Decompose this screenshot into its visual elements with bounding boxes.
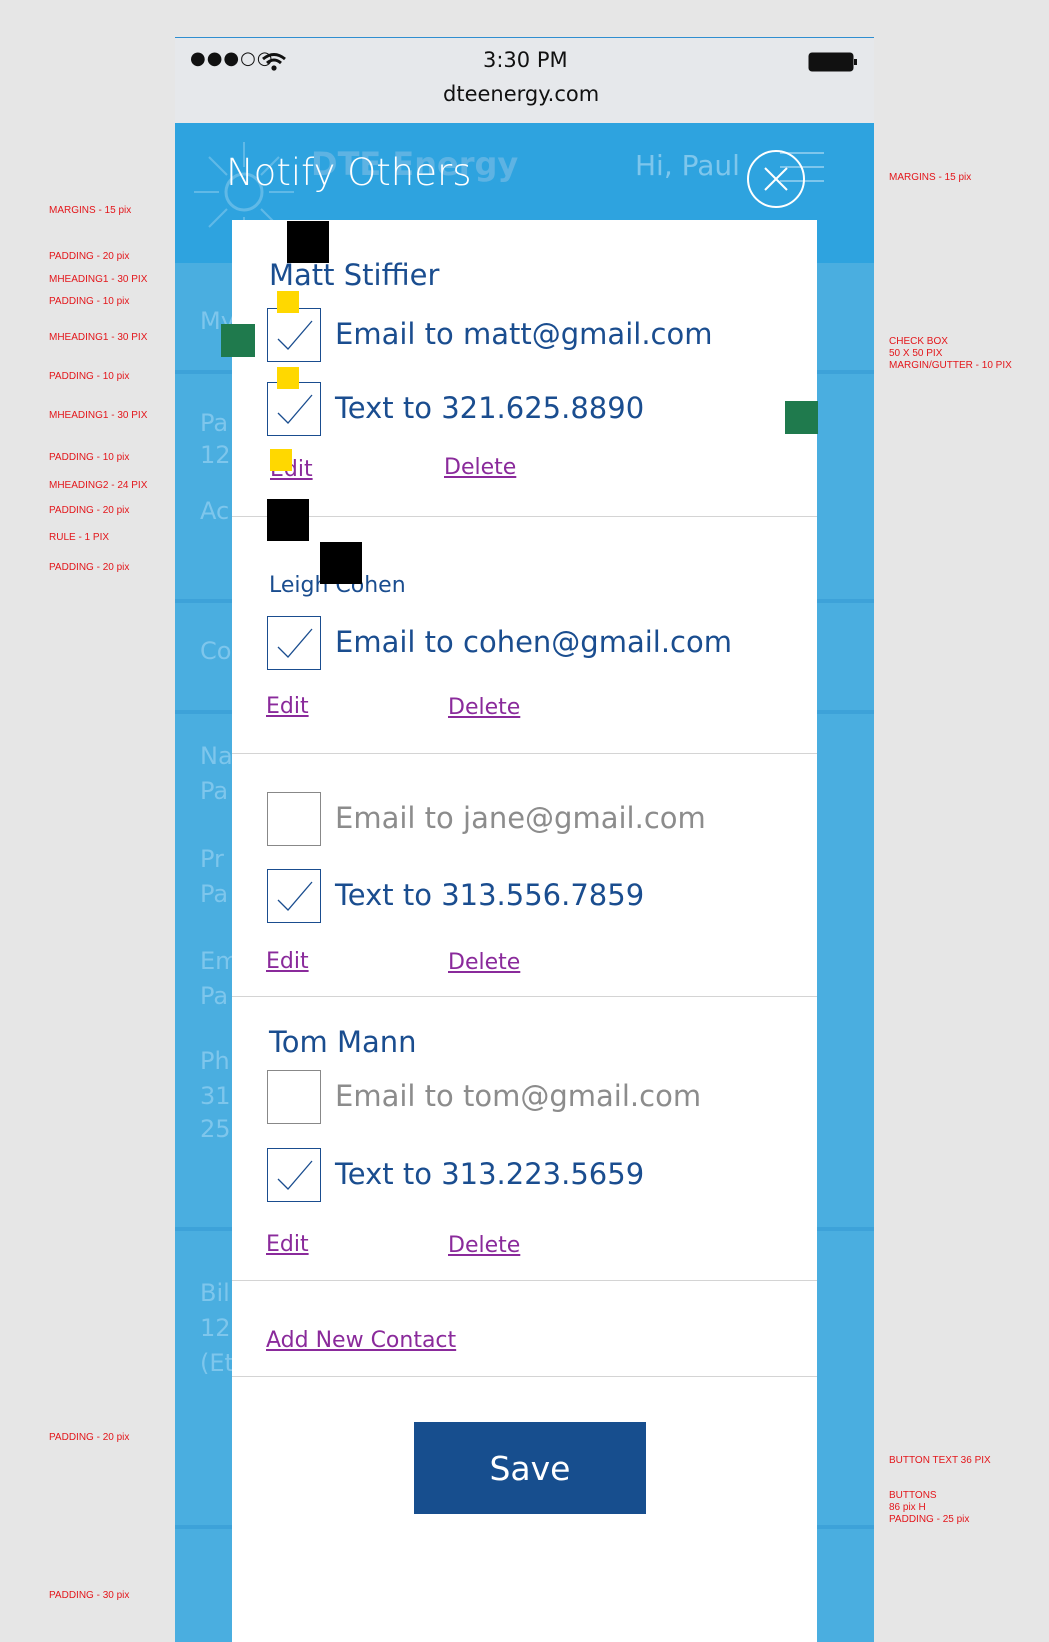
annotation-label: PADDING - 30 pix [49, 1590, 130, 1601]
option-label: Email to tom@gmail.com [335, 1079, 702, 1113]
spacing-marker [320, 542, 362, 584]
annotation-label: MARGINS - 15 pix [889, 172, 972, 183]
checkmark-icon [277, 320, 313, 350]
notify-option: Text to 321.625.8890 [267, 382, 787, 438]
annotation-label: CHECK BOX [889, 336, 948, 347]
wifi-icon [262, 53, 286, 71]
spacing-marker [785, 401, 818, 434]
spacing-marker [287, 221, 329, 263]
annotation-label: RULE - 1 PIX [49, 532, 110, 543]
option-label: Text to 313.223.5659 [335, 1157, 645, 1191]
delete-link[interactable]: Delete [444, 455, 516, 480]
bg-text: Bil [200, 1279, 230, 1307]
text-checkbox[interactable] [267, 1148, 321, 1202]
spacing-marker [270, 449, 292, 471]
spacing-marker [267, 499, 309, 541]
bg-text: Ac [200, 497, 230, 525]
save-button-label: Save [489, 1448, 571, 1488]
contact-name: Tom Mann [269, 1025, 417, 1059]
spacing-marker [277, 291, 299, 313]
bg-text: Ph [200, 1047, 230, 1075]
divider-rule [232, 753, 817, 754]
notify-option: Email to jane@gmail.com [267, 792, 787, 848]
email-checkbox[interactable] [267, 792, 321, 846]
text-checkbox[interactable] [267, 869, 321, 923]
option-label: Text to 313.556.7859 [335, 878, 645, 912]
edit-link[interactable]: Edit [266, 949, 309, 974]
annotation-label: MHEADING1 - 30 PIX [49, 410, 148, 421]
phone-frame: ●●●○○ 3:30 PM dteenergy.com DTE Energy H… [175, 37, 874, 1642]
annotation-label: 86 pix H [889, 1502, 926, 1513]
checkmark-icon [277, 881, 313, 911]
delete-link[interactable]: Delete [448, 1233, 520, 1258]
notify-option: Text to 313.556.7859 [267, 869, 787, 925]
email-checkbox[interactable] [267, 616, 321, 670]
contact-name: Matt Stiffier [269, 258, 440, 292]
url-bar[interactable]: dteenergy.com [443, 82, 599, 106]
divider-rule [232, 996, 817, 997]
annotation-label: BUTTON TEXT 36 PIX [889, 1455, 991, 1466]
status-bar: ●●●○○ 3:30 PM dteenergy.com [175, 37, 874, 124]
annotation-label: MHEADING2 - 24 PIX [49, 480, 148, 491]
option-label: Email to cohen@gmail.com [335, 625, 732, 659]
spacing-marker [277, 367, 299, 389]
bg-text: Co [200, 637, 232, 665]
bg-text: Pa [200, 777, 229, 805]
annotation-label: PADDING - 20 pix [49, 505, 130, 516]
edit-link[interactable]: Edit [266, 694, 309, 719]
annotation-label: MARGIN/GUTTER - 10 PIX [889, 360, 1012, 371]
annotation-label: PADDING - 10 pix [49, 371, 130, 382]
notify-option: Email to cohen@gmail.com [267, 616, 787, 672]
checkmark-icon [277, 1160, 313, 1190]
option-label: Email to matt@gmail.com [335, 317, 713, 351]
bg-text: (Et [200, 1349, 234, 1377]
annotation-label: MHEADING1 - 30 PIX [49, 274, 148, 285]
battery-icon [808, 52, 857, 72]
bg-text: Pa [200, 880, 229, 908]
annotation-label: PADDING - 10 pix [49, 296, 130, 307]
modal-title: Notify Others [226, 151, 472, 194]
checkmark-icon [277, 394, 313, 424]
notify-option: Email to matt@gmail.com [267, 308, 787, 364]
option-label: Text to 321.625.8890 [335, 391, 645, 425]
annotation-label: 50 X 50 PIX [889, 348, 943, 359]
notify-others-modal: Matt Stiffier Email to matt@gmail.com Te… [232, 220, 817, 1642]
close-button[interactable] [747, 150, 805, 208]
option-label: Email to jane@gmail.com [335, 801, 706, 835]
notify-option: Email to tom@gmail.com [267, 1070, 787, 1126]
annotation-label: MARGINS - 15 pix [49, 205, 132, 216]
annotation-label: MHEADING1 - 30 PIX [49, 332, 148, 343]
close-icon [764, 167, 788, 191]
greeting-text: Hi, Paul [635, 149, 740, 182]
notify-option: Text to 313.223.5659 [267, 1148, 787, 1204]
save-button[interactable]: Save [414, 1422, 646, 1514]
spacing-marker [221, 324, 255, 357]
annotation-label: PADDING - 10 pix [49, 452, 130, 463]
email-checkbox[interactable] [267, 308, 321, 362]
divider-rule [232, 1280, 817, 1281]
delete-link[interactable]: Delete [448, 695, 520, 720]
bg-text: Pa [200, 982, 229, 1010]
add-new-contact-link[interactable]: Add New Contact [266, 1328, 456, 1353]
bg-text: Pr [200, 845, 224, 873]
status-time: 3:30 PM [483, 48, 568, 72]
bg-text: Na [200, 742, 233, 770]
divider-rule [232, 1376, 817, 1377]
edit-link[interactable]: Edit [266, 1232, 309, 1257]
delete-link[interactable]: Delete [448, 950, 520, 975]
divider-rule [232, 516, 817, 517]
bg-text: Pa [200, 409, 229, 437]
annotation-label: PADDING - 20 pix [49, 251, 130, 262]
annotation-label: BUTTONS [889, 1490, 937, 1501]
checkmark-icon [277, 628, 313, 658]
text-checkbox[interactable] [267, 382, 321, 436]
annotation-label: PADDING - 20 pix [49, 562, 130, 573]
annotation-label: PADDING - 25 pix [889, 1514, 970, 1525]
email-checkbox[interactable] [267, 1070, 321, 1124]
bg-text: 25 [200, 1115, 231, 1143]
annotation-label: PADDING - 20 pix [49, 1432, 130, 1443]
